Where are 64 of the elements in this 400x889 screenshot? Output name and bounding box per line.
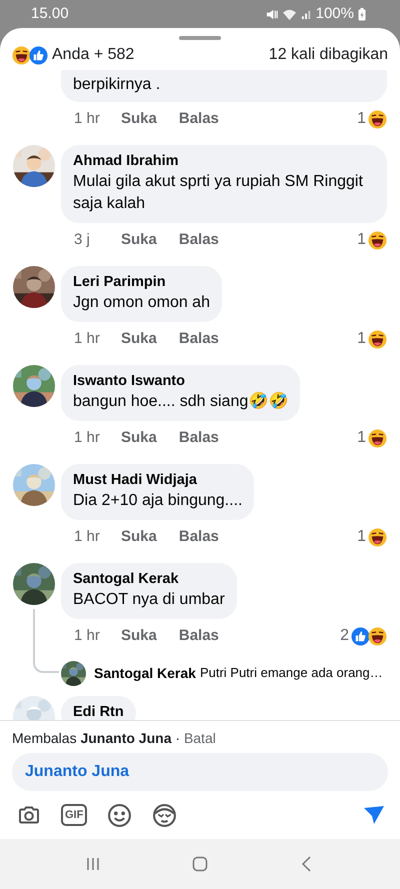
like-link[interactable]: Suka (121, 108, 157, 130)
reply-link[interactable]: Balas (178, 328, 219, 350)
mute-icon (264, 8, 278, 20)
comment-text: Mulai gila akut sprti ya rupiah SM Ringgit saja kalah (73, 172, 364, 214)
reply-link[interactable]: Balas (178, 228, 219, 252)
comment-text: berpikirnya . (73, 75, 162, 95)
haha-reaction-icon (368, 230, 387, 250)
commenter-name[interactable]: Ahmad Ibrahim (73, 151, 375, 171)
battery-percent: 100% (316, 4, 354, 24)
commenter-name[interactable]: Santogal Kerak (73, 569, 225, 589)
battery-icon (358, 8, 366, 20)
thread-line (33, 609, 59, 673)
haha-reaction-icon (368, 110, 387, 128)
comment-text: Dia 2+10 aja bingung.... (73, 491, 242, 511)
reply-link[interactable]: Balas (178, 624, 219, 648)
comment-time: 1 hr (74, 626, 101, 646)
haha-reaction-icon (12, 46, 31, 64)
wifi-icon (282, 8, 297, 20)
haha-reaction-icon (368, 626, 387, 646)
reaction-count[interactable]: 1 (357, 327, 366, 351)
reaction-count[interactable]: 2 (340, 624, 349, 648)
reaction-count[interactable]: 1 (357, 426, 366, 450)
home-icon[interactable] (192, 856, 208, 872)
like-reaction-icon (29, 46, 48, 64)
haha-reaction-icon (368, 528, 387, 546)
drag-handle[interactable] (179, 36, 221, 40)
comment-input-field[interactable]: Junanto Juna (12, 753, 388, 791)
like-link[interactable]: Suka (121, 624, 157, 648)
reaction-count[interactable]: 1 (357, 107, 366, 131)
comment-time: 3 j (74, 230, 91, 250)
reaction-count[interactable]: 1 (357, 525, 366, 549)
comment-text: BACOT nya di umbar (73, 590, 225, 610)
haha-reaction-icon (368, 428, 387, 448)
comment-time: 1 hr (74, 428, 101, 448)
commenter-name[interactable]: Must Hadi Widjaja (73, 470, 242, 490)
commenter-name[interactable]: Edi Rtn (73, 702, 124, 720)
like-reaction-icon (351, 626, 370, 646)
like-link[interactable]: Suka (121, 228, 157, 252)
reply-link[interactable]: Balas (178, 108, 219, 130)
comment-time: 1 hr (74, 328, 101, 349)
gif-button[interactable]: GIF (61, 804, 88, 826)
signal-icon (300, 8, 312, 20)
reactor-count[interactable]: Anda + 582 (52, 43, 134, 67)
like-link[interactable]: Suka (121, 328, 157, 350)
emoji-icon[interactable] (107, 802, 132, 828)
status-time: 15.00 (31, 4, 69, 24)
reply-link[interactable]: Balas (178, 426, 219, 450)
reply-preview[interactable]: Putri Putri emange ada orang… (200, 663, 383, 683)
like-link[interactable]: Suka (121, 526, 157, 548)
reply-link[interactable]: Balas (178, 526, 219, 548)
like-link[interactable]: Suka (121, 426, 157, 450)
commenter-name[interactable]: Iswanto Iswanto (73, 371, 288, 391)
comment-text: Jgn omon omon ah (73, 293, 210, 313)
comment-text: bangun hoe.... sdh siang🤣🤣 (73, 391, 288, 412)
reply-author[interactable]: Santogal Kerak (94, 662, 196, 684)
sticker-icon[interactable] (152, 802, 178, 828)
recent-apps-icon[interactable] (85, 856, 102, 872)
share-count[interactable]: 12 kali dibagikan (268, 43, 388, 67)
comment-time: 1 hr (74, 108, 101, 129)
commenter-name[interactable]: Leri Parimpin (73, 272, 210, 292)
replying-to-text: Membalas Junanto Juna · Batal (12, 728, 216, 748)
haha-reaction-icon (368, 330, 387, 348)
reaction-count[interactable]: 1 (357, 228, 366, 252)
comment-time: 1 hr (74, 526, 101, 547)
